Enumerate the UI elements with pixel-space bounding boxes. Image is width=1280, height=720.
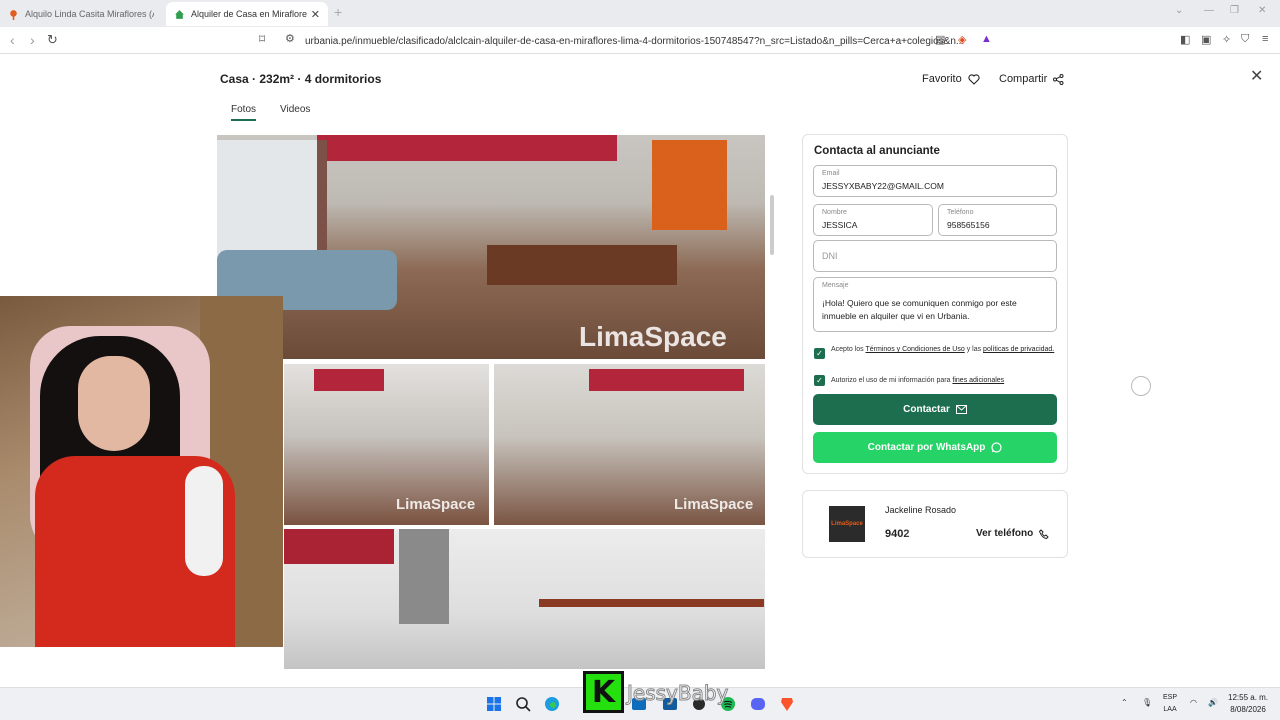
phone-field[interactable]: Teléfono 958565156	[938, 204, 1057, 236]
streamer-name: JessyBaby	[626, 681, 729, 706]
menu-icon[interactable]: ≡	[1262, 33, 1268, 45]
browser-tab-bar: Alquilo Linda Casita Miraflores (A. C...…	[0, 0, 1280, 27]
windows-start-icon[interactable]	[486, 696, 502, 712]
minimize-icon[interactable]: —	[1204, 5, 1214, 16]
watermark: LimaSpace	[396, 496, 476, 513]
house-icon	[175, 9, 184, 19]
tab-title: Alquilo Linda Casita Miraflores (A. C...	[25, 9, 154, 19]
email-field[interactable]: Email JESSYXBABY22@GMAIL.COM	[813, 165, 1057, 197]
contact-heading: Contacta al anunciante	[814, 145, 940, 157]
close-window-icon[interactable]: ✕	[1258, 5, 1266, 16]
phone-value: 958565156	[947, 220, 990, 230]
consent-link[interactable]: fines adicionales	[952, 377, 1004, 384]
close-tab-icon[interactable]: ✕	[311, 8, 320, 21]
email-label: Email	[822, 170, 840, 177]
agent-name: Jackeline Rosado	[885, 505, 957, 515]
contact-panel: Contacta al anunciante Email JESSYXBABY2…	[802, 134, 1068, 474]
whatsapp-icon	[991, 442, 1002, 453]
reload-icon[interactable]: ↻	[47, 32, 58, 48]
dni-placeholder: DNI	[822, 251, 838, 261]
share-button[interactable]: Compartir	[999, 73, 1064, 85]
stream-badge: K	[583, 671, 624, 713]
phone-icon	[1039, 528, 1049, 539]
dni-field[interactable]: DNI	[813, 240, 1057, 272]
forward-icon[interactable]: ›	[30, 32, 35, 48]
contact-button[interactable]: Contactar	[813, 394, 1057, 425]
watermark: LimaSpace	[674, 496, 754, 513]
chevron-down-icon[interactable]: ⌄	[1175, 5, 1183, 16]
consent-text: Autorizo el uso de mi información para f…	[831, 377, 1005, 384]
terms-text: Acepto los Términos y Condiciones de Uso…	[831, 346, 1055, 353]
new-tab-icon[interactable]: +	[334, 4, 342, 20]
vpn-icon[interactable]: ⛉	[1241, 33, 1249, 46]
message-value: ¡Hola! Quiero que se comuniquen conmigo …	[822, 298, 1017, 321]
terms-checkbox[interactable]: ✓	[814, 348, 825, 359]
scrollbar[interactable]	[770, 195, 774, 255]
webcam-overlay	[0, 296, 283, 647]
browser-tab-2[interactable]: Alquiler de Casa en Miraflores - ... ✕	[166, 2, 328, 26]
brave-icon[interactable]	[779, 696, 795, 712]
tab-videos[interactable]: Videos	[280, 104, 310, 115]
map-pin-icon	[10, 9, 17, 20]
address-bar: ‹ › ↻ ⌑ ⚙ urbania.pe/inmueble/clasificad…	[0, 27, 1280, 54]
main-photo[interactable]: LimaSpace	[217, 135, 765, 359]
page-title: Casa · 232m² · 4 dormitorios	[220, 72, 382, 86]
name-label: Nombre	[822, 209, 847, 216]
sidebar-icon[interactable]: ◧	[1180, 33, 1190, 46]
whatsapp-button[interactable]: Contactar por WhatsApp	[813, 432, 1057, 463]
volume-icon[interactable]: 🔊	[1208, 698, 1218, 707]
leo-icon[interactable]: ✧	[1222, 33, 1231, 46]
share-icon	[1053, 73, 1064, 85]
wallet-icon[interactable]: ▣	[1201, 33, 1211, 46]
privacy-link[interactable]: políticas de privacidad.	[983, 346, 1054, 353]
heart-icon	[968, 73, 980, 85]
rewards-icon[interactable]: ▲	[981, 33, 992, 45]
gallery-photo[interactable]: LimaSpace	[494, 364, 765, 525]
favorite-label: Favorito	[922, 73, 962, 85]
mail-icon	[955, 405, 967, 414]
browser-tab-1[interactable]: Alquilo Linda Casita Miraflores (A. C...	[0, 2, 162, 26]
share-label: Compartir	[999, 73, 1048, 85]
url-field[interactable]: ⚙ urbania.pe/inmueble/clasificado/alclca…	[285, 32, 985, 50]
search-icon[interactable]	[515, 696, 531, 712]
clock[interactable]: 12:55 a. m. 8/08/2026	[1228, 692, 1268, 716]
agent-card: LimaSpace Jackeline Rosado 9402 Ver telé…	[802, 490, 1068, 558]
chevron-up-icon[interactable]: ⌃	[1121, 698, 1128, 707]
favorite-button[interactable]: Favorito	[922, 73, 980, 85]
reader-icon[interactable]: ▤	[935, 33, 945, 46]
tab-fotos[interactable]: Fotos	[231, 104, 257, 121]
message-label: Mensaje	[822, 282, 849, 289]
terms-link[interactable]: Términos y Condiciones de Uso	[866, 346, 965, 353]
restore-icon[interactable]: ❐	[1230, 5, 1239, 16]
listing-page: Casa · 232m² · 4 dormitorios Favorito Co…	[0, 55, 1280, 687]
message-field[interactable]: Mensaje ¡Hola! Quiero que se comuniquen …	[813, 277, 1057, 332]
edge-icon[interactable]	[544, 696, 560, 712]
mic-icon[interactable]: 🎙	[1142, 698, 1152, 707]
back-icon[interactable]: ‹	[10, 32, 15, 48]
name-field[interactable]: Nombre JESSICA	[813, 204, 933, 236]
gallery-photo[interactable]: LimaSpace	[284, 364, 489, 525]
bookmark-icon[interactable]: ⌑	[259, 32, 265, 46]
tab-title: Alquiler de Casa en Miraflores - ...	[191, 9, 307, 19]
agency-logo: LimaSpace	[829, 506, 865, 542]
brave-shield-icon[interactable]: ◈	[958, 33, 966, 46]
gallery-photo[interactable]	[284, 529, 765, 669]
discord-icon[interactable]	[750, 696, 766, 712]
language-indicator[interactable]: ESP LAA	[1163, 692, 1177, 716]
name-value: JESSICA	[822, 220, 858, 230]
watermark: LimaSpace	[579, 321, 727, 352]
email-value: JESSYXBABY22@GMAIL.COM	[822, 181, 945, 191]
wifi-icon[interactable]: ◠	[1190, 698, 1197, 707]
show-phone-button[interactable]: Ver teléfono	[976, 528, 1049, 539]
close-icon[interactable]: ✕	[1250, 66, 1263, 86]
consent-checkbox[interactable]: ✓	[814, 375, 825, 386]
phone-label: Teléfono	[947, 209, 974, 216]
url-text: urbania.pe/inmueble/clasificado/alclcain…	[305, 35, 965, 47]
loading-spinner-icon	[1131, 376, 1151, 396]
site-settings-icon[interactable]: ⚙	[285, 32, 295, 45]
